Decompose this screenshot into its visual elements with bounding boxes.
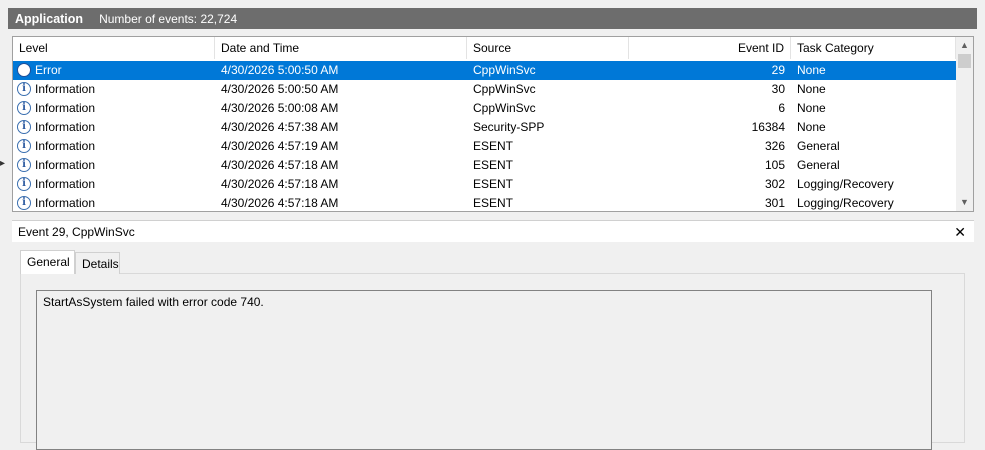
event-list-scrollbar[interactable]: ▲ ▼	[956, 37, 973, 211]
event-row[interactable]: i Information 4/30/2026 4:57:18 AM ESENT…	[13, 175, 956, 194]
event-source: ESENT	[473, 196, 514, 210]
close-icon[interactable]: ✕	[954, 221, 966, 243]
event-level: Information	[35, 82, 96, 96]
column-header-level[interactable]: Level	[13, 37, 215, 59]
column-header-source[interactable]: Source	[467, 37, 629, 59]
event-message[interactable]: StartAsSystem failed with error code 740…	[36, 290, 932, 450]
info-icon: i	[17, 82, 31, 96]
event-datetime: 4/30/2026 4:57:38 AM	[221, 120, 339, 134]
event-category: None	[797, 120, 826, 134]
scroll-up-icon[interactable]: ▲	[956, 37, 973, 54]
event-source: CppWinSvc	[473, 63, 536, 77]
event-level: Information	[35, 158, 96, 172]
info-icon: i	[17, 158, 31, 172]
pane-edge-marker: ▸	[0, 158, 6, 169]
event-level: Information	[35, 196, 96, 210]
event-detail-title: Event 29, CppWinSvc	[18, 225, 135, 239]
event-level: Error	[35, 63, 62, 77]
event-source: CppWinSvc	[473, 82, 536, 96]
column-header-event-id[interactable]: Event ID	[629, 37, 791, 59]
column-header-task-category[interactable]: Task Category	[791, 37, 956, 59]
event-row[interactable]: i Information 4/30/2026 4:57:19 AM ESENT…	[13, 137, 956, 156]
event-row[interactable]: i Information 4/30/2026 4:57:18 AM ESENT…	[13, 194, 956, 211]
event-category: Logging/Recovery	[797, 177, 894, 191]
event-id: 326	[764, 139, 785, 153]
column-header-date-time[interactable]: Date and Time	[215, 37, 467, 59]
event-row[interactable]: i Information 4/30/2026 5:00:50 AM CppWi…	[13, 80, 956, 99]
event-detail-header: Event 29, CppWinSvc ✕	[12, 220, 974, 242]
log-header: Application Number of events: 22,724	[8, 8, 977, 29]
event-level: Information	[35, 139, 96, 153]
event-id: 302	[764, 177, 785, 191]
info-icon: i	[17, 101, 31, 115]
event-datetime: 4/30/2026 5:00:08 AM	[221, 101, 339, 115]
event-list[interactable]: Level Date and Time Source Event ID Task…	[12, 36, 974, 212]
event-category: General	[797, 139, 840, 153]
scroll-thumb[interactable]	[958, 54, 971, 68]
event-datetime: 4/30/2026 4:57:18 AM	[221, 196, 339, 210]
event-datetime: 4/30/2026 4:57:18 AM	[221, 158, 339, 172]
event-source: Security-SPP	[473, 120, 545, 134]
tab-details[interactable]: Details	[75, 252, 120, 274]
log-title: Application	[15, 11, 84, 26]
event-datetime: 4/30/2026 4:57:18 AM	[221, 177, 339, 191]
event-row[interactable]: i Information 4/30/2026 4:57:38 AM Secur…	[13, 118, 956, 137]
event-level: Information	[35, 101, 96, 115]
event-source: ESENT	[473, 177, 514, 191]
info-icon: i	[17, 120, 31, 134]
tab-general[interactable]: General	[20, 250, 75, 274]
event-id: 16384	[751, 120, 785, 134]
event-category: None	[797, 101, 826, 115]
event-datetime: 4/30/2026 5:00:50 AM	[221, 82, 339, 96]
event-id: 105	[764, 158, 785, 172]
event-row[interactable]: ! Error 4/30/2026 5:00:50 AM CppWinSvc 2…	[13, 61, 956, 80]
event-category: General	[797, 158, 840, 172]
scroll-down-icon[interactable]: ▼	[956, 194, 973, 211]
event-id: 29	[771, 63, 785, 77]
info-icon: i	[17, 177, 31, 191]
event-source: CppWinSvc	[473, 101, 536, 115]
event-id: 6	[778, 101, 785, 115]
event-category: None	[797, 82, 826, 96]
event-id: 301	[764, 196, 785, 210]
event-count: Number of events: 22,724	[99, 11, 238, 26]
info-icon: i	[17, 139, 31, 153]
info-icon: i	[17, 196, 31, 210]
event-level: Information	[35, 177, 96, 191]
event-row[interactable]: i Information 4/30/2026 4:57:18 AM ESENT…	[13, 156, 956, 175]
event-source: ESENT	[473, 158, 514, 172]
event-datetime: 4/30/2026 5:00:50 AM	[221, 63, 339, 77]
event-source: ESENT	[473, 139, 514, 153]
event-id: 30	[771, 82, 785, 96]
event-category: Logging/Recovery	[797, 196, 894, 210]
event-datetime: 4/30/2026 4:57:19 AM	[221, 139, 339, 153]
error-icon: !	[17, 63, 31, 77]
event-level: Information	[35, 120, 96, 134]
event-row[interactable]: i Information 4/30/2026 5:00:08 AM CppWi…	[13, 99, 956, 118]
event-category: None	[797, 63, 826, 77]
